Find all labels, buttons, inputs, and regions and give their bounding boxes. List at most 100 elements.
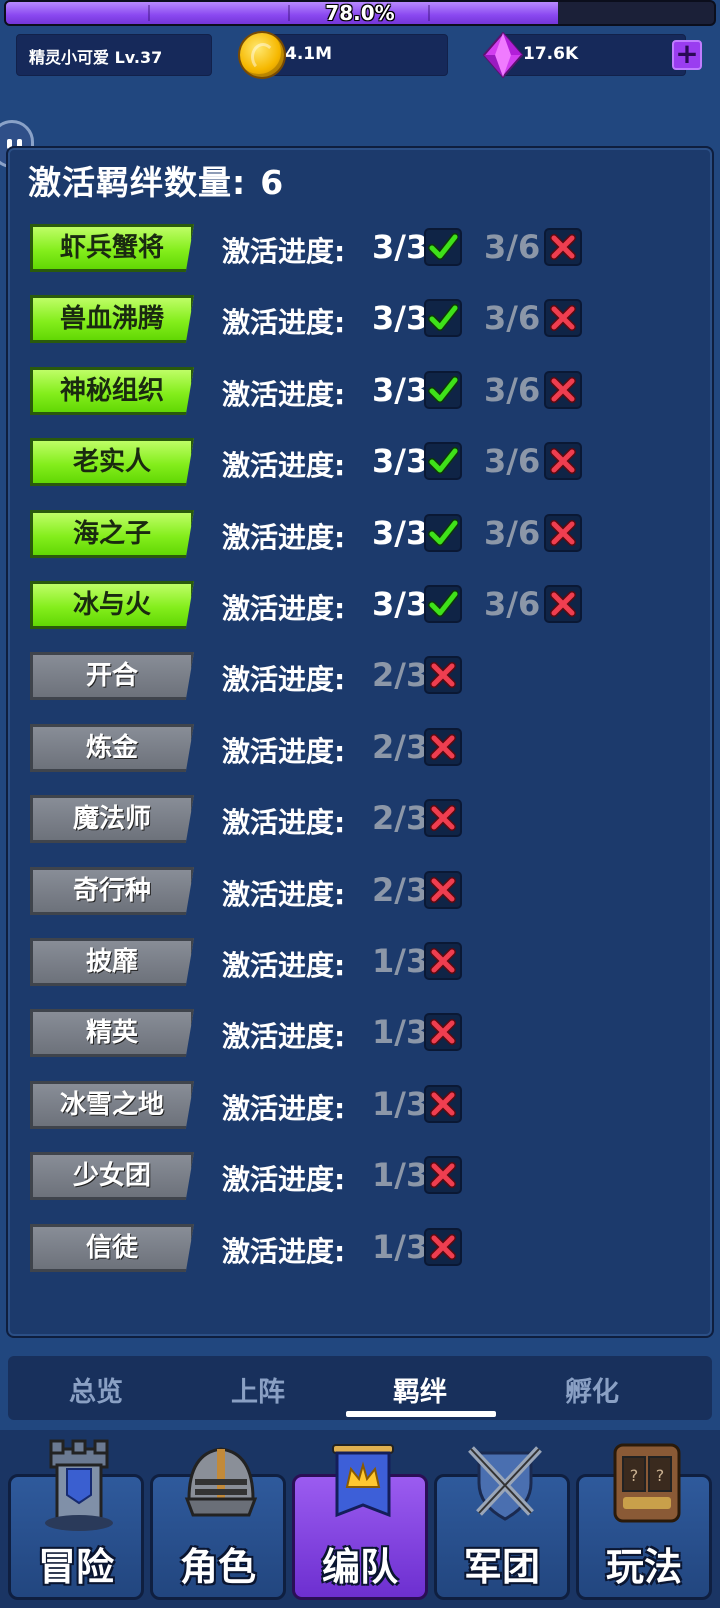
tab-bonds[interactable]: 羁绊 <box>340 1370 500 1409</box>
add-gems-button[interactable]: + <box>672 40 702 70</box>
bond-name-button[interactable]: 奇行种 <box>30 867 194 915</box>
bond-row: 神秘组织 激活进度: 3/3 3/6 <box>0 361 720 423</box>
check-icon <box>424 585 462 623</box>
bond-name-button[interactable]: 披靡 <box>30 938 194 986</box>
lucky-slot-machine-icon: ? ? <box>613 1443 681 1523</box>
xp-progress-bar: 78.0% <box>4 0 716 26</box>
progress-tier1-value: 3/3 <box>372 371 429 409</box>
player-info-box[interactable]: 精灵小可爱 Lv.37 <box>16 34 212 76</box>
bond-row: 信徒 激活进度: 1/3 <box>0 1218 720 1280</box>
check-icon <box>424 514 462 552</box>
gold-coin-icon <box>240 33 284 77</box>
cross-icon <box>424 1228 462 1266</box>
coin-amount: 4.1M <box>285 44 333 64</box>
bond-row: 精英 激活进度: 1/3 <box>0 1003 720 1065</box>
cross-icon <box>424 871 462 909</box>
bond-name-button[interactable]: 开合 <box>30 652 194 700</box>
activation-progress-label: 激活进度: <box>222 878 346 911</box>
bond-name-label: 虾兵蟹将 <box>59 233 164 263</box>
nav-adventure-button[interactable]: 冒险 <box>8 1439 144 1600</box>
nav-gameplay-button[interactable]: ? ? 玩法 <box>576 1443 712 1600</box>
bond-name-label: 海之子 <box>72 519 151 549</box>
bond-name-button[interactable]: 信徒 <box>30 1224 194 1272</box>
player-name-level: 精灵小可爱 Lv.37 <box>29 48 163 67</box>
bond-name-label: 兽血沸腾 <box>59 304 164 334</box>
tab-deploy[interactable]: 上阵 <box>178 1370 338 1409</box>
progress-tier1-value: 2/3 <box>372 871 429 909</box>
tab-overview[interactable]: 总览 <box>16 1370 176 1409</box>
gem-amount: 17.6K <box>523 44 579 64</box>
bond-name-button[interactable]: 少女团 <box>30 1152 194 1200</box>
check-icon <box>424 371 462 409</box>
knight-helmet-icon <box>184 1447 258 1517</box>
progress-tier1-value: 2/3 <box>372 656 429 694</box>
bond-name-label: 精英 <box>85 1018 138 1048</box>
cross-icon <box>424 942 462 980</box>
activation-progress-label: 激活进度: <box>222 378 346 411</box>
svg-text:?: ? <box>656 1466 665 1485</box>
activation-progress-label: 激活进度: <box>222 663 346 696</box>
active-bond-count-title: 激活羁绊数量: 6 <box>28 156 284 204</box>
nav-character-button[interactable]: 角色 <box>150 1447 286 1600</box>
bond-name-button[interactable]: 魔法师 <box>30 795 194 843</box>
progress-tier1-value: 3/3 <box>372 514 429 552</box>
svg-text:?: ? <box>630 1466 639 1485</box>
cross-icon <box>544 514 582 552</box>
bond-name-label: 炼金 <box>85 733 138 763</box>
bond-row: 虾兵蟹将 激活进度: 3/3 3/6 <box>0 218 720 280</box>
nav-legion-button[interactable]: 军团 <box>434 1446 570 1600</box>
progress-tier2-value: 3/6 <box>484 514 541 552</box>
cross-icon <box>544 585 582 623</box>
cross-icon <box>544 442 582 480</box>
bond-name-button[interactable]: 老实人 <box>30 438 194 486</box>
bond-name-button[interactable]: 海之子 <box>30 510 194 558</box>
bond-name-button[interactable]: 冰与火 <box>30 581 194 629</box>
bond-name-button[interactable]: 冰雪之地 <box>30 1081 194 1129</box>
tower-icon <box>45 1439 113 1531</box>
bond-row: 冰与火 激活进度: 3/3 3/6 <box>0 575 720 637</box>
progress-tier1-value: 2/3 <box>372 728 429 766</box>
progress-tier1-value: 1/3 <box>372 1156 429 1194</box>
bond-row: 开合 激活进度: 2/3 <box>0 646 720 708</box>
activation-progress-label: 激活进度: <box>222 735 346 768</box>
bond-name-button[interactable]: 兽血沸腾 <box>30 295 194 343</box>
bond-name-label: 开合 <box>85 661 138 691</box>
bond-row: 老实人 激活进度: 3/3 3/6 <box>0 432 720 494</box>
bond-name-label: 少女团 <box>72 1161 151 1191</box>
bond-name-button[interactable]: 炼金 <box>30 724 194 772</box>
cross-icon <box>424 1013 462 1051</box>
activation-progress-label: 激活进度: <box>222 1235 346 1268</box>
progress-tier2-value: 3/6 <box>484 371 541 409</box>
bond-name-button[interactable]: 虾兵蟹将 <box>30 224 194 272</box>
activation-progress-label: 激活进度: <box>222 521 346 554</box>
cross-icon <box>544 371 582 409</box>
progress-tier1-value: 1/3 <box>372 942 429 980</box>
crossed-swords-shield-icon <box>468 1446 542 1521</box>
activation-progress-label: 激活进度: <box>222 235 346 268</box>
activation-progress-label: 激活进度: <box>222 592 346 625</box>
nav-gameplay-label: 玩法 <box>605 1545 682 1589</box>
activation-progress-label: 激活进度: <box>222 1092 346 1125</box>
activation-progress-label: 激活进度: <box>222 1163 346 1196</box>
progress-tier1-value: 1/3 <box>372 1013 429 1051</box>
nav-formation-button[interactable]: 编队 <box>292 1444 428 1600</box>
bond-row: 兽血沸腾 激活进度: 3/3 3/6 <box>0 289 720 351</box>
crown-banner-icon <box>332 1444 394 1518</box>
tab-hatch[interactable]: 孵化 <box>512 1370 672 1409</box>
bond-row: 冰雪之地 激活进度: 1/3 <box>0 1075 720 1137</box>
bond-name-label: 冰与火 <box>72 590 151 620</box>
bond-name-label: 魔法师 <box>72 804 151 834</box>
cross-icon <box>424 1085 462 1123</box>
progress-tier1-value: 3/3 <box>372 228 429 266</box>
progress-tier1-value: 1/3 <box>372 1085 429 1123</box>
cross-icon <box>424 656 462 694</box>
bond-name-button[interactable]: 神秘组织 <box>30 367 194 415</box>
nav-adventure-label: 冒险 <box>37 1545 114 1589</box>
gem-counter: 17.6K <box>500 34 686 76</box>
active-bond-title-label: 激活羁绊数量: <box>28 163 247 202</box>
bond-name-button[interactable]: 精英 <box>30 1009 194 1057</box>
cross-icon <box>424 728 462 766</box>
check-icon <box>424 442 462 480</box>
progress-tier1-value: 3/3 <box>372 585 429 623</box>
activation-progress-label: 激活进度: <box>222 306 346 339</box>
